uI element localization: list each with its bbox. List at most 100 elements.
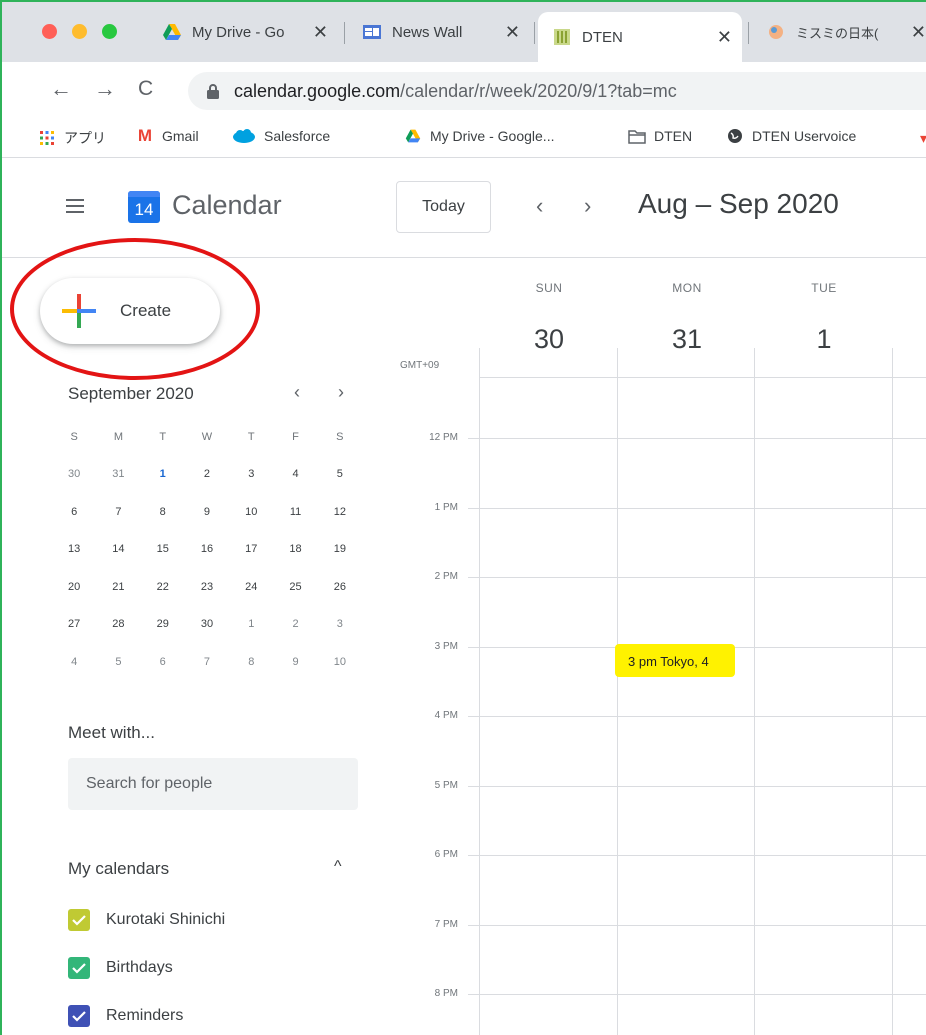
mini-calendar-day[interactable]: 6 [141,656,185,668]
mini-calendar-day[interactable]: 27 [52,618,96,630]
reload-icon[interactable]: C [138,77,153,101]
tab-news-wall[interactable]: News Wall ✕ [348,10,530,54]
mini-calendar-day[interactable]: 8 [229,656,273,668]
mini-calendar-day[interactable]: 8 [141,506,185,518]
lock-icon [207,84,219,99]
main-menu-icon[interactable] [66,199,84,213]
url-text: calendar.google.com/calendar/r/week/2020… [234,81,677,102]
checkbox-checked-icon[interactable] [68,957,90,979]
maximize-window-button[interactable] [102,24,117,39]
day-number[interactable]: 30 [519,324,579,355]
mini-calendar-day[interactable]: 19 [318,543,362,555]
mini-prev-month-button[interactable]: ‹ [294,382,300,403]
calendar-item[interactable]: Birthdays [68,957,173,979]
mini-calendar-day[interactable]: 12 [318,506,362,518]
day-number[interactable]: 31 [657,324,717,355]
mini-calendar-day[interactable]: 15 [141,543,185,555]
create-label: Create [120,301,172,320]
mini-calendar-day[interactable]: 9 [273,656,317,668]
mini-calendar-day[interactable]: 21 [96,581,140,593]
close-tab-icon[interactable]: ✕ [717,27,732,48]
bookmark-salesforce[interactable]: Salesforce [232,128,330,144]
mini-calendar-day[interactable]: 5 [318,468,362,480]
mini-calendar-day[interactable]: 7 [185,656,229,668]
bookmark-my-drive[interactable]: My Drive - Google... [404,128,554,144]
close-tab-icon[interactable]: ✕ [505,22,520,43]
mini-calendar-day[interactable]: 3 [229,468,273,480]
mini-calendar-day[interactable]: 14 [96,543,140,555]
mini-calendar-day[interactable]: 2 [273,618,317,630]
hour-gridline [468,716,926,717]
mini-calendar-day[interactable]: 7 [96,506,140,518]
back-arrow-icon[interactable]: ← [50,76,72,102]
mini-calendar-day[interactable]: 31 [96,468,140,480]
mini-calendar-day[interactable]: 25 [273,581,317,593]
calendar-item[interactable]: Kurotaki Shinichi [68,909,225,931]
bookmark-apps[interactable]: アプリ [38,128,106,148]
create-button[interactable]: Create [40,278,220,344]
mini-calendar-day[interactable]: 3 [318,618,362,630]
mini-calendar-day[interactable]: 11 [273,506,317,518]
weekday-header: F [292,430,299,443]
mini-calendar-day[interactable]: 4 [273,468,317,480]
mini-calendar-day[interactable]: 13 [52,543,96,555]
minimize-window-button[interactable] [72,24,87,39]
gmail-icon: M [137,126,153,145]
mini-calendar-day[interactable]: 6 [52,506,96,518]
mini-calendar-day[interactable]: 28 [96,618,140,630]
mini-calendar-day[interactable]: 26 [318,581,362,593]
collapse-chevron-icon[interactable]: ^ [334,858,342,876]
mini-next-month-button[interactable]: › [338,382,344,403]
mini-calendar-day[interactable]: 18 [273,543,317,555]
bookmark-label: My Drive - Google... [430,128,555,144]
hour-gridline [468,577,926,578]
weekday-header: S [70,430,78,443]
checkbox-checked-icon[interactable] [68,1005,90,1027]
hour-gridline [468,438,926,439]
bookmark-gmail[interactable]: M Gmail [136,126,199,145]
tab-my-drive[interactable]: My Drive - Go ✕ [148,10,338,54]
close-window-button[interactable] [42,24,57,39]
day-number[interactable]: 1 [794,324,854,355]
tab-label: My Drive - Go [192,23,285,41]
today-button[interactable]: Today [396,181,491,233]
mini-calendar-day[interactable]: 4 [52,656,96,668]
mini-calendar-day[interactable]: 10 [229,506,273,518]
mini-calendar-day[interactable]: 9 [185,506,229,518]
mini-calendar-day[interactable]: 29 [141,618,185,630]
calendar-logo-icon[interactable]: 14 [128,191,160,223]
mini-calendar-day[interactable]: 17 [229,543,273,555]
event-chip[interactable]: 3 pm Tokyo, 4 [615,644,735,677]
mini-calendar-day[interactable]: 23 [185,581,229,593]
bookmark-dten-uservoice[interactable]: DTEN Uservoice [726,128,856,144]
bookmark-overflow-icon[interactable]: ▾ [920,130,926,147]
day-column-divider [754,348,755,1035]
mini-calendar-day[interactable]: 2 [185,468,229,480]
mini-calendar-day[interactable]: 5 [96,656,140,668]
tab-dten[interactable]: DTEN ✕ [538,12,742,62]
close-tab-icon[interactable]: ✕ [313,22,328,43]
close-tab-icon[interactable]: ✕ [911,22,926,43]
weekday-header: T [247,430,255,443]
url-bar[interactable]: calendar.google.com/calendar/r/week/2020… [188,72,926,110]
mini-calendar-day[interactable]: 30 [52,468,96,480]
search-people-input[interactable] [68,758,358,810]
mini-calendar-day[interactable]: 1 [229,618,273,630]
mini-calendar-day[interactable]: 22 [141,581,185,593]
bookmark-dten[interactable]: DTEN [628,128,692,144]
prev-week-button[interactable]: ‹ [536,193,543,219]
mini-calendar-day[interactable]: 10 [318,656,362,668]
tab-misumi[interactable]: ミスミの日本( ✕ [752,10,926,54]
mini-calendar-day[interactable]: 1 [141,459,185,490]
hour-gridline [468,994,926,995]
mini-calendar-day[interactable]: 24 [229,581,273,593]
plus-icon [62,294,96,328]
forward-arrow-icon[interactable]: → [94,76,116,102]
tab-strip: My Drive - Go ✕ News Wall ✕ DTEN ✕ ミスミの日… [2,2,926,62]
mini-calendar-day[interactable]: 16 [185,543,229,555]
checkbox-checked-icon[interactable] [68,909,90,931]
mini-calendar-day[interactable]: 30 [185,618,229,630]
calendar-item[interactable]: Reminders [68,1005,183,1027]
mini-calendar-day[interactable]: 20 [52,581,96,593]
next-week-button[interactable]: › [584,193,591,219]
